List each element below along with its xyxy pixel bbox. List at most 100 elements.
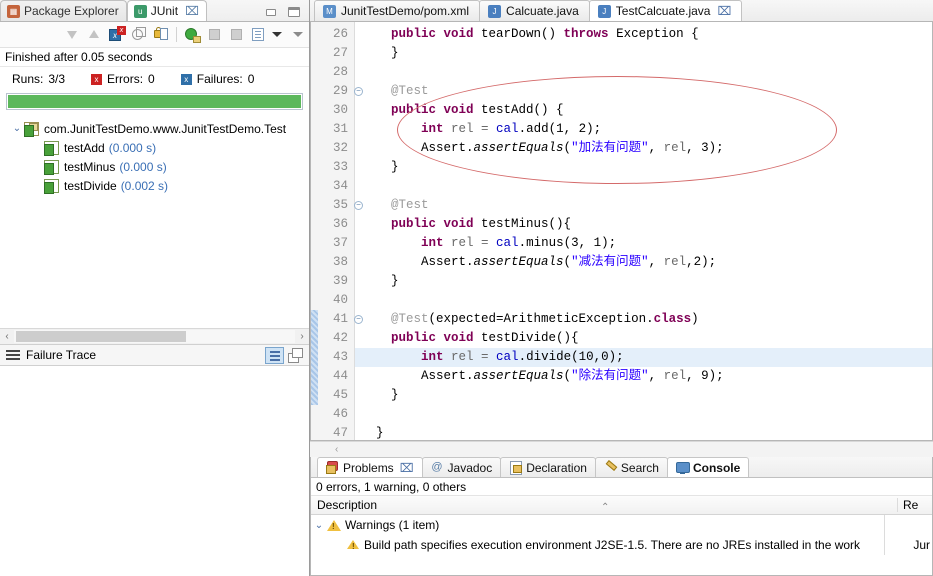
problems-tab-search[interactable]: Search — [594, 457, 668, 477]
previous-failure-icon[interactable] — [86, 26, 103, 43]
failure-trace-menu-icon[interactable] — [6, 349, 20, 361]
code-line[interactable]: public void testAdd() { — [355, 101, 932, 120]
scroll-left-icon[interactable]: ‹ — [0, 331, 14, 342]
problems-tab-problems[interactable]: Problems ⌧ — [317, 457, 423, 477]
failures-value: 0 — [247, 72, 255, 86]
scroll-thumb[interactable] — [16, 331, 186, 342]
minimize-view-menu-icon[interactable] — [293, 32, 303, 37]
problems-group-row[interactable]: ⌄ Warnings (1 item) — [311, 515, 932, 535]
code-token: .divide(10,0); — [518, 350, 624, 364]
failure-trace-header: Failure Trace — [0, 344, 309, 366]
line-number: 28 — [332, 65, 348, 79]
junit-toolbar: xx — [0, 22, 309, 48]
line-number: 37 — [332, 236, 348, 250]
code-token: ( — [563, 255, 572, 269]
code-line[interactable]: Assert.assertEquals("加法有问题", rel, 3); — [355, 139, 932, 158]
stop-icon[interactable] — [130, 26, 147, 43]
code-line[interactable] — [355, 405, 932, 424]
code-line[interactable]: @Test — [355, 196, 932, 215]
test-class-label: com.JunitTestDemo.www.JunitTestDemo.Test — [44, 121, 287, 136]
change-marker-bar — [311, 310, 318, 405]
view-tab-junit[interactable]: u JUnit ⌧ — [126, 0, 207, 21]
code-line[interactable]: int rel = cal.divide(10,0); — [355, 348, 932, 367]
code-line[interactable]: } — [355, 44, 932, 63]
view-tab-package-explorer[interactable]: ▦ Package Explorer — [0, 0, 127, 21]
test-run-history-icon[interactable] — [250, 26, 267, 43]
close-icon[interactable]: ⌧ — [400, 461, 414, 475]
rerun-test-icon[interactable] — [184, 26, 201, 43]
editor-code[interactable]: public void tearDown() throws Exception … — [355, 22, 932, 440]
test-tree-item[interactable]: testDivide (0.002 s) — [0, 176, 309, 195]
code-line[interactable]: @Test(expected=ArithmeticException.class… — [355, 310, 932, 329]
warning-icon — [327, 519, 341, 532]
java-editor[interactable]: 26 27 28 29−30 31 32 33 34 35−36 37 38 39 40 41−42 43 4… — [310, 22, 933, 441]
code-line[interactable]: } — [355, 272, 932, 291]
code-line[interactable]: @Test — [355, 82, 932, 101]
problems-item-row[interactable]: Build path specifies execution environme… — [311, 535, 932, 555]
problems-tab-console[interactable]: Console — [666, 457, 750, 477]
failures-group: x Failures: 0 — [180, 72, 255, 86]
filter-stack-trace-icon[interactable] — [265, 346, 284, 364]
expand-twisty-icon[interactable]: ⌄ — [10, 123, 24, 134]
editor-tab-junittestdemo-pom-xml[interactable]: M JunitTestDemo/pom.xml — [314, 0, 481, 21]
code-token: cal — [496, 122, 519, 136]
column-header-resource[interactable]: Re — [898, 498, 932, 512]
code-token: assertEquals — [473, 255, 564, 269]
scroll-right-icon[interactable]: › — [295, 331, 309, 342]
problems-tab-declaration[interactable]: Declaration — [500, 457, 596, 477]
test-name: testMinus — [64, 159, 116, 174]
code-token: class — [653, 312, 692, 326]
code-token: ( — [563, 369, 572, 383]
code-line[interactable]: } — [355, 424, 932, 440]
code-line[interactable]: } — [355, 386, 932, 405]
column-header-description[interactable]: Description ⌃ — [311, 498, 898, 513]
test-duration: (0.002 s) — [120, 178, 169, 193]
next-failure-icon[interactable] — [64, 26, 81, 43]
rerun-failed-icon[interactable] — [206, 26, 223, 43]
code-line[interactable] — [355, 177, 932, 196]
editor-tab-calcuate-java[interactable]: J Calcuate.java — [479, 0, 590, 21]
lock-scroll-icon[interactable] — [152, 26, 169, 43]
code-token: } — [361, 388, 399, 402]
line-number: 29− — [311, 82, 363, 101]
code-line[interactable]: int rel = cal.add(1, 2); — [355, 120, 932, 139]
code-line[interactable]: public void tearDown() throws Exception … — [355, 25, 932, 44]
show-failures-only-icon[interactable]: xx — [108, 26, 126, 43]
errors-group: x Errors: 0 — [91, 72, 155, 86]
column-label: Re — [903, 498, 919, 512]
code-line[interactable] — [355, 63, 932, 82]
test-tree-item[interactable]: testAdd (0.000 s) — [0, 138, 309, 157]
test-tree-item[interactable]: testMinus (0.000 s) — [0, 157, 309, 176]
code-line[interactable]: public void testMinus(){ — [355, 215, 932, 234]
scroll-track[interactable] — [14, 330, 295, 343]
code-line[interactable]: int rel = cal.minus(3, 1); — [355, 234, 932, 253]
problems-tab-javadoc[interactable]: @ Javadoc — [421, 457, 502, 477]
code-token: rel = — [451, 122, 497, 136]
test-tree-root[interactable]: ⌄ com.JunitTestDemo.www.JunitTestDemo.Te… — [0, 119, 309, 138]
code-line[interactable]: Assert.assertEquals("除法有问题", rel, 9); — [355, 367, 932, 386]
test-name: testDivide — [64, 178, 117, 193]
view-tab-label: Package Explorer — [24, 4, 119, 18]
code-token: rel = — [451, 236, 497, 250]
close-icon[interactable]: ⌧ — [717, 4, 731, 18]
maximize-trace-icon[interactable] — [287, 347, 304, 363]
problems-tab-label: Declaration — [526, 460, 587, 475]
code-line[interactable] — [355, 291, 932, 310]
view-menu-icon[interactable] — [272, 32, 282, 37]
close-icon[interactable]: ⌧ — [185, 4, 199, 18]
editor-area: M JunitTestDemo/pom.xml J Calcuate.java J Tes… — [310, 0, 933, 576]
minimize-view-icon[interactable] — [264, 6, 278, 18]
maximize-view-icon[interactable] — [287, 6, 301, 18]
stop-test-icon[interactable] — [228, 26, 245, 43]
code-token: Assert. — [361, 369, 474, 383]
failure-trace-buttons — [265, 346, 309, 364]
code-line[interactable]: public void testDivide(){ — [355, 329, 932, 348]
code-line[interactable]: } — [355, 158, 932, 177]
editor-tab-testcalcuate-java[interactable]: J TestCalcuate.java ⌧ — [588, 0, 743, 21]
expand-twisty-icon[interactable]: ⌄ — [311, 520, 327, 531]
javadoc-icon: @ — [431, 461, 443, 473]
code-line[interactable]: Assert.assertEquals("减法有问题", rel,2); — [355, 253, 932, 272]
tree-horizontal-scrollbar[interactable]: ‹ › — [0, 328, 309, 344]
editor-scroll-left-icon[interactable]: ‹ — [335, 444, 338, 455]
